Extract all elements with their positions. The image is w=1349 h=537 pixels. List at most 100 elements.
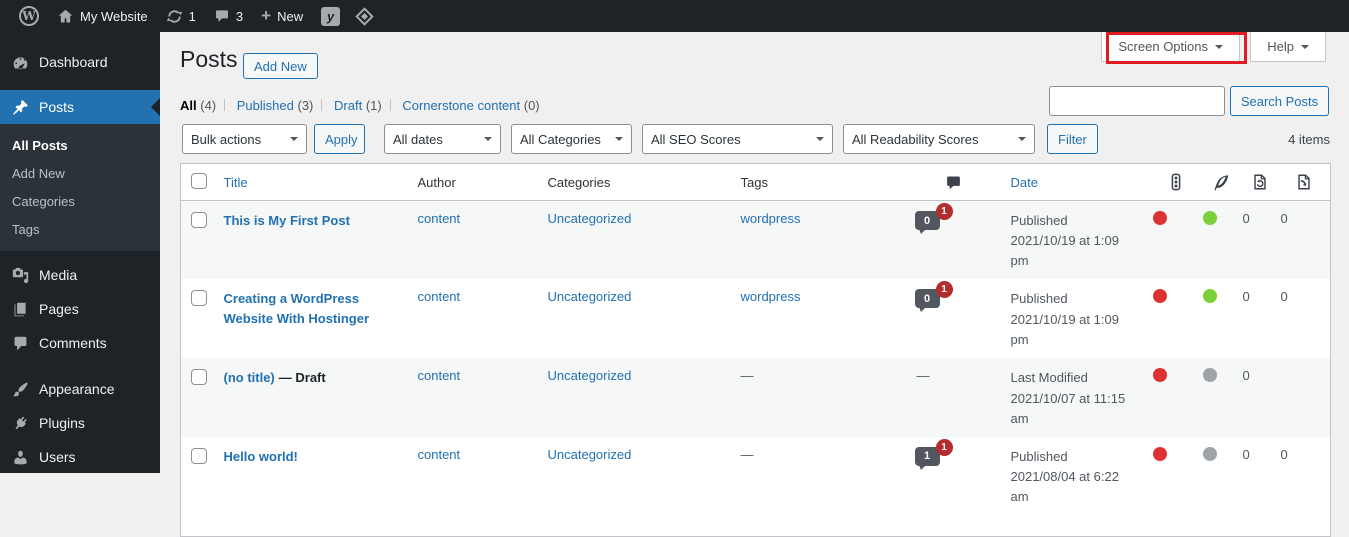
dashboard-icon [12, 54, 29, 71]
sidebar-item-label: Posts [39, 99, 75, 115]
current-menu-arrow [151, 98, 160, 116]
screen-options-button[interactable]: Screen Options [1101, 32, 1240, 62]
new-label: New [277, 8, 304, 24]
tag-link[interactable]: wordpress [741, 211, 801, 226]
all-dates-select[interactable]: All dates [384, 124, 501, 154]
readability-column-icon [1203, 173, 1239, 191]
date-cell: Published 2021/10/19 at 1:09 pm [1010, 213, 1119, 269]
diamond-icon [355, 6, 374, 26]
author-link[interactable]: content [418, 447, 461, 462]
view-all-link[interactable]: All [180, 98, 197, 113]
search-input[interactable] [1049, 86, 1225, 116]
submenu-item-categories[interactable]: Categories [0, 187, 160, 215]
updates-icon [166, 8, 183, 25]
plus-icon: + [261, 5, 272, 25]
sidebar-item-media[interactable]: Media [0, 258, 160, 292]
chevron-down-icon [1301, 44, 1309, 53]
all-categories-select[interactable]: All Categories [511, 124, 632, 154]
comments-menu[interactable]: 3 [205, 0, 252, 32]
wp-logo-menu[interactable]: W [10, 0, 48, 32]
sidebar-item-users[interactable]: Users [0, 440, 160, 474]
column-header-title[interactable]: Title [224, 175, 248, 190]
site-name-menu[interactable]: My Website [48, 0, 157, 32]
sidebar-item-label: Media [39, 267, 78, 283]
submenu-item-tags[interactable]: Tags [0, 215, 160, 243]
author-link[interactable]: content [418, 211, 461, 226]
all-seo-scores-select[interactable]: All SEO Scores [642, 124, 833, 154]
author-link[interactable]: content [418, 368, 461, 383]
yoast-seo-menu[interactable]: y [312, 0, 349, 32]
category-link[interactable]: Uncategorized [548, 447, 632, 462]
sidebar-item-label: Appearance [39, 381, 115, 397]
sidebar-item-comments[interactable]: Comments [0, 326, 160, 360]
new-content-menu[interactable]: + New [252, 0, 312, 32]
pending-comments-badge: 1 [935, 438, 953, 456]
view-cornerstone-link[interactable]: Cornerstone content [402, 98, 520, 113]
column-header-date[interactable]: Date [1011, 175, 1038, 190]
comments-bubble-icon [214, 8, 230, 24]
submenu-item-all-posts[interactable]: All Posts [0, 131, 160, 159]
post-title-link[interactable]: This is My First Post [224, 213, 350, 228]
row-checkbox[interactable] [191, 447, 207, 464]
incoming-links-count: 0 [1280, 446, 1288, 462]
category-link[interactable]: Uncategorized [548, 289, 632, 304]
post-title-link[interactable]: (no title) [224, 370, 275, 385]
help-button[interactable]: Help [1250, 32, 1326, 62]
help-label: Help [1267, 39, 1294, 54]
outgoing-internal-links-column-icon [1243, 173, 1277, 191]
pages-icon [12, 301, 29, 318]
post-title-link[interactable]: Creating a WordPress Website With Hostin… [224, 291, 370, 326]
paintbrush-icon [12, 381, 29, 398]
bulk-actions-select[interactable]: Bulk actions [182, 124, 307, 154]
select-all-checkbox[interactable] [191, 173, 207, 189]
no-comments-dash: — [916, 368, 930, 384]
comment-count-bubble[interactable]: 0 1 [914, 203, 953, 230]
posts-table: Title Author Categories Tags Date This i… [180, 163, 1331, 537]
seo-score-dot [1152, 289, 1167, 304]
all-readability-scores-select[interactable]: All Readability Scores [843, 124, 1035, 154]
category-link[interactable]: Uncategorized [548, 211, 632, 226]
apply-button[interactable]: Apply [314, 124, 365, 154]
sidebar-item-label: Comments [39, 335, 107, 351]
outgoing-links-count: 0 [1242, 368, 1250, 384]
row-checkbox[interactable] [191, 212, 207, 228]
sidebar-item-pages[interactable]: Pages [0, 292, 160, 326]
view-draft-link[interactable]: Draft [334, 98, 362, 113]
sidebar-item-label: Users [39, 449, 76, 465]
post-title-link[interactable]: Hello world! [224, 449, 298, 464]
column-header-tags: Tags [730, 163, 891, 201]
pending-comments-badge: 1 [935, 281, 953, 299]
category-link[interactable]: Uncategorized [548, 368, 632, 383]
post-row: This is My First Post content Uncategori… [180, 200, 1331, 280]
sidebar-item-posts[interactable]: Posts [0, 90, 160, 124]
outgoing-links-count: 0 [1242, 289, 1250, 305]
view-published-link[interactable]: Published [237, 98, 294, 113]
row-checkbox[interactable] [191, 369, 207, 386]
sidebar-item-appearance[interactable]: Appearance [0, 372, 160, 406]
updates-menu[interactable]: 1 [157, 0, 205, 32]
media-icon [12, 267, 29, 284]
row-checkbox[interactable] [191, 290, 207, 307]
tag-link[interactable]: wordpress [741, 289, 801, 304]
outgoing-links-count: 0 [1242, 446, 1250, 462]
incoming-links-count: 0 [1280, 211, 1288, 226]
seo-score-dot [1152, 446, 1167, 461]
incoming-links-count: 0 [1280, 289, 1288, 305]
page-title: Posts [180, 46, 238, 72]
add-new-button[interactable]: Add New [243, 53, 318, 79]
date-cell: Last Modified 2021/10/07 at 11:15 am [1010, 370, 1126, 426]
plugin-diamond-menu[interactable] [349, 0, 380, 32]
comment-count-bubble[interactable]: 0 1 [914, 281, 953, 309]
submenu-item-add-new[interactable]: Add New [0, 159, 160, 187]
search-posts-button[interactable]: Search Posts [1230, 86, 1329, 116]
author-link[interactable]: content [418, 289, 461, 304]
site-name-label: My Website [80, 8, 148, 24]
sidebar-item-plugins[interactable]: Plugins [0, 406, 160, 440]
seo-score-dot [1152, 211, 1167, 225]
filter-button[interactable]: Filter [1047, 124, 1098, 154]
wordpress-logo-icon: W [19, 6, 39, 26]
post-row: (no title) — Draft content Uncategorized … [180, 358, 1331, 437]
sidebar-item-dashboard[interactable]: Dashboard [0, 45, 160, 79]
comment-count-bubble[interactable]: 1 1 [914, 438, 953, 466]
plug-icon [12, 415, 29, 432]
